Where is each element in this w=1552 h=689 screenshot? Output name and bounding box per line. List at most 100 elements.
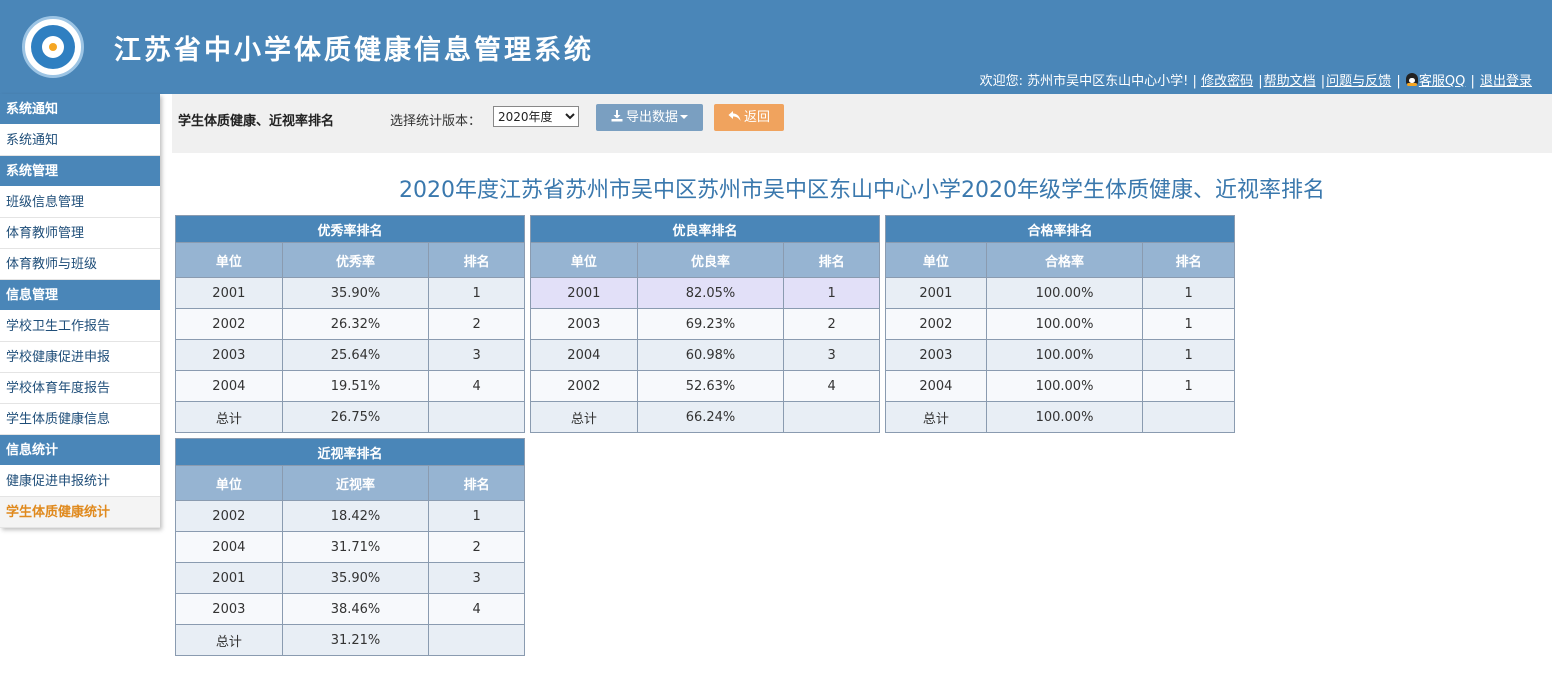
cell-total-label: 总计 <box>530 401 638 433</box>
cell-total-rank <box>428 401 525 433</box>
sidebar-group-info[interactable]: 信息管理 <box>0 280 160 311</box>
sidebar-group-stats[interactable]: 信息统计 <box>0 435 160 466</box>
table-caption: 优良率排名 <box>530 215 880 243</box>
cell-total-label: 总计 <box>885 401 987 433</box>
user-bar: 欢迎您: 苏州市吴中区东山中心小学! | 修改密码 |帮助文档 |问题与反馈 |… <box>980 70 1532 89</box>
myopia-rate-table: 近视率排名 单位 近视率 排名 2002 18.42% 1 2004 31.71… <box>175 438 525 656</box>
cell-unit: 2001 <box>175 562 283 594</box>
cell-unit: 2002 <box>885 308 987 340</box>
toolbar-title: 学生体质健康、近视率排名 <box>178 114 335 129</box>
excellent-rate-table: 优秀率排名 单位 优秀率 排名 2001 35.90% 1 2002 26.32… <box>175 215 525 433</box>
cell-rate: 60.98% <box>636 339 785 371</box>
cell-unit: 2003 <box>530 308 638 340</box>
sidebar-item-student-health-info[interactable]: 学生体质健康信息 <box>0 404 160 435</box>
separator: | <box>1320 74 1326 89</box>
sidebar-item-hygiene-report[interactable]: 学校卫生工作报告 <box>0 311 160 342</box>
sidebar-item-teacher-class[interactable]: 体育教师与班级 <box>0 249 160 280</box>
sidebar-group-notice[interactable]: 系统通知 <box>0 94 160 125</box>
cell-rate: 100.00% <box>985 370 1144 402</box>
column-header: 排名 <box>428 465 525 501</box>
cell-total-rate: 26.75% <box>281 401 430 433</box>
chevron-down-icon <box>680 115 688 119</box>
cell-rate: 100.00% <box>985 308 1144 340</box>
column-header: 单位 <box>175 242 283 278</box>
logout-link[interactable]: 退出登录 <box>1480 74 1532 89</box>
column-header: 单位 <box>530 242 638 278</box>
table-row: 2003 69.23% 2 <box>530 308 880 340</box>
cell-unit: 2002 <box>530 370 638 402</box>
table-row: 2002 26.32% 2 <box>175 308 525 340</box>
cell-total-label: 总计 <box>175 401 283 433</box>
cell-unit: 2001 <box>885 277 987 309</box>
cell-rate: 18.42% <box>281 500 430 532</box>
cell-rank: 1 <box>1142 339 1235 371</box>
cell-unit: 2003 <box>175 339 283 371</box>
column-header: 近视率 <box>281 465 430 501</box>
qq-support-link[interactable]: 客服QQ <box>1419 74 1465 89</box>
cell-rate: 35.90% <box>281 562 430 594</box>
header: 江苏省中小学体质健康信息管理系统 欢迎您: 苏州市吴中区东山中心小学! | 修改… <box>0 0 1552 94</box>
cell-rate: 19.51% <box>281 370 430 402</box>
qq-penguin-icon <box>1405 73 1418 86</box>
total-row: 总计 66.24% <box>530 401 880 433</box>
table-row: 2002 18.42% 1 <box>175 500 525 532</box>
cell-rate: 26.32% <box>281 308 430 340</box>
separator: | <box>1396 74 1401 89</box>
cell-unit: 2003 <box>175 593 283 625</box>
column-header: 优良率 <box>636 242 785 278</box>
cell-rank: 1 <box>783 277 880 309</box>
cell-rank: 4 <box>783 370 880 402</box>
sidebar-item-class-info[interactable]: 班级信息管理 <box>0 187 160 218</box>
cell-rank: 1 <box>428 277 525 309</box>
sidebar-item-health-promotion[interactable]: 学校健康促进申报 <box>0 342 160 373</box>
help-docs-link[interactable]: 帮助文档 <box>1264 74 1316 89</box>
sidebar-item-student-health-stats[interactable]: 学生体质健康统计 <box>0 497 160 528</box>
version-select[interactable]: 2020年度 <box>493 106 579 127</box>
cell-rank: 1 <box>1142 277 1235 309</box>
page-title: 2020年度江苏省苏州市吴中区苏州市吴中区东山中心小学2020年级学生体质健康、… <box>399 178 1325 203</box>
cell-total-rate: 100.00% <box>985 401 1144 433</box>
sidebar-item-promotion-stats[interactable]: 健康促进申报统计 <box>0 466 160 497</box>
sidebar: 系统通知 系统通知 系统管理 班级信息管理 体育教师管理 体育教师与班级 信息管… <box>0 94 160 528</box>
download-icon <box>611 110 623 122</box>
sidebar-group-system[interactable]: 系统管理 <box>0 156 160 187</box>
sidebar-item-notice[interactable]: 系统通知 <box>0 125 160 156</box>
cell-unit: 2001 <box>530 277 638 309</box>
column-header: 单位 <box>175 465 283 501</box>
cell-unit: 2004 <box>885 370 987 402</box>
sidebar-item-pe-annual-report[interactable]: 学校体育年度报告 <box>0 373 160 404</box>
back-button[interactable]: 返回 <box>714 104 784 131</box>
cell-rank: 3 <box>783 339 880 371</box>
cell-rank: 3 <box>428 562 525 594</box>
table-row: 2002 100.00% 1 <box>885 308 1235 340</box>
column-header: 排名 <box>428 242 525 278</box>
change-password-link[interactable]: 修改密码 <box>1201 74 1253 89</box>
separator: | <box>1470 74 1475 89</box>
export-data-button[interactable]: 导出数据 <box>596 104 703 131</box>
total-row: 总计 26.75% <box>175 401 525 433</box>
table-row: 2001 35.90% 3 <box>175 562 525 594</box>
cell-total-rate: 66.24% <box>636 401 785 433</box>
cell-rank: 2 <box>428 308 525 340</box>
cell-rank: 1 <box>1142 308 1235 340</box>
system-title: 江苏省中小学体质健康信息管理系统 <box>114 35 594 66</box>
cell-rate: 25.64% <box>281 339 430 371</box>
table-row: 2003 25.64% 3 <box>175 339 525 371</box>
good-rate-table: 优良率排名 单位 优良率 排名 2001 82.05% 1 2003 69.23… <box>530 215 880 433</box>
cell-unit: 2004 <box>175 531 283 563</box>
sidebar-item-pe-teachers[interactable]: 体育教师管理 <box>0 218 160 249</box>
toolbar: 学生体质健康、近视率排名 选择统计版本： 2020年度 导出数据 返回 <box>172 94 1552 153</box>
feedback-link[interactable]: 问题与反馈 <box>1326 74 1391 89</box>
cell-rate: 35.90% <box>281 277 430 309</box>
cell-rate: 82.05% <box>636 277 785 309</box>
cell-rate: 100.00% <box>985 277 1144 309</box>
column-header: 排名 <box>1142 242 1235 278</box>
cell-total-label: 总计 <box>175 624 283 656</box>
cell-rate: 38.46% <box>281 593 430 625</box>
cell-rate: 69.23% <box>636 308 785 340</box>
column-header: 合格率 <box>985 242 1144 278</box>
cell-rate: 52.63% <box>636 370 785 402</box>
cell-unit: 2001 <box>175 277 283 309</box>
cell-total-rate: 31.21% <box>281 624 430 656</box>
cell-unit: 2004 <box>175 370 283 402</box>
